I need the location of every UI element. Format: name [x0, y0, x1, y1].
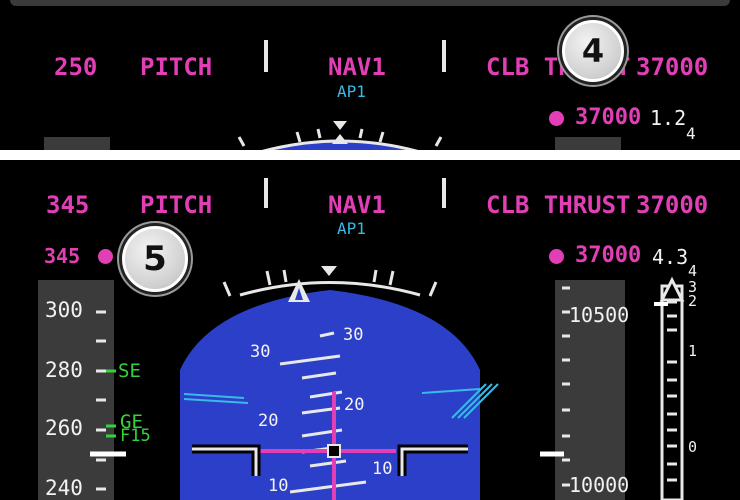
speed-marker-f15: F15 [120, 426, 151, 446]
speed-tape-label: 240 [45, 476, 83, 500]
attitude-indicator [180, 266, 499, 500]
attitude-indicator-top [237, 121, 443, 150]
altitude-tape [555, 137, 621, 150]
speed-tape-label: 260 [45, 416, 83, 440]
fma-separator [442, 178, 446, 208]
speed-preselect: 345 [44, 244, 81, 268]
pfd-bottom-display: 345 PITCH NAV1 AP1 CLB THRUST 37000 345 … [0, 160, 740, 500]
altitude-bug-dot [549, 249, 564, 264]
fma-pitch-mode: PITCH [140, 191, 213, 219]
fma-autopilot: AP1 [337, 219, 366, 238]
pfd-top-display: 250 PITCH NAV1 AP1 CLB THRUST 37000 4 37… [0, 0, 740, 150]
vs-scale-label: 2 [688, 292, 698, 310]
fma-altitude: 37000 [636, 53, 709, 81]
fma-separator [264, 178, 268, 208]
fma-separator [264, 40, 268, 72]
fma-speed: 250 [54, 53, 98, 81]
fma-thrust-mode: CLB THRUST [486, 191, 631, 219]
display-bezel [10, 0, 730, 6]
speed-tape-label: 280 [45, 358, 83, 382]
vs-scale-label: 0 [688, 438, 698, 456]
altitude-tape-label: 10500 [569, 303, 630, 327]
fma-separator [442, 40, 446, 72]
altitude-bug-dot [549, 111, 564, 126]
pitch-scale-label: 20 [344, 395, 365, 415]
vs-scale-label: 4 [686, 124, 696, 143]
speed-tape-ticks [90, 310, 126, 491]
vs-scale-label: 1 [688, 342, 698, 360]
fma-lateral-mode: NAV1 [328, 53, 386, 81]
pitch-scale-label: 30 [250, 342, 271, 362]
vertical-speed-readout: 1.2 [650, 106, 687, 130]
altitude-preselect: 37000 [575, 243, 642, 268]
pitch-scale-label: 10 [372, 459, 393, 479]
pitch-scale-label: 10 [268, 476, 289, 496]
fma-lateral-mode: NAV1 [328, 191, 386, 219]
pitch-scale-label: 30 [343, 325, 364, 345]
speed-tape-label: 300 [45, 298, 83, 322]
altitude-preselect: 37000 [575, 105, 642, 130]
fma-altitude: 37000 [636, 191, 709, 219]
vs-scale-label: 4 [688, 262, 698, 280]
pitch-scale-label: 20 [258, 411, 279, 431]
vertical-speed-readout: 4.3 [652, 245, 689, 269]
speed-marker-se: SE [118, 360, 141, 382]
callout-badge: 4 [562, 20, 624, 82]
altitude-tape-label: 10000 [569, 473, 630, 497]
fma-pitch-mode: PITCH [140, 53, 213, 81]
fma-autopilot: AP1 [337, 82, 366, 101]
speed-bug-dot [98, 249, 113, 264]
speed-tape [44, 137, 110, 150]
fma-speed: 345 [46, 191, 90, 219]
